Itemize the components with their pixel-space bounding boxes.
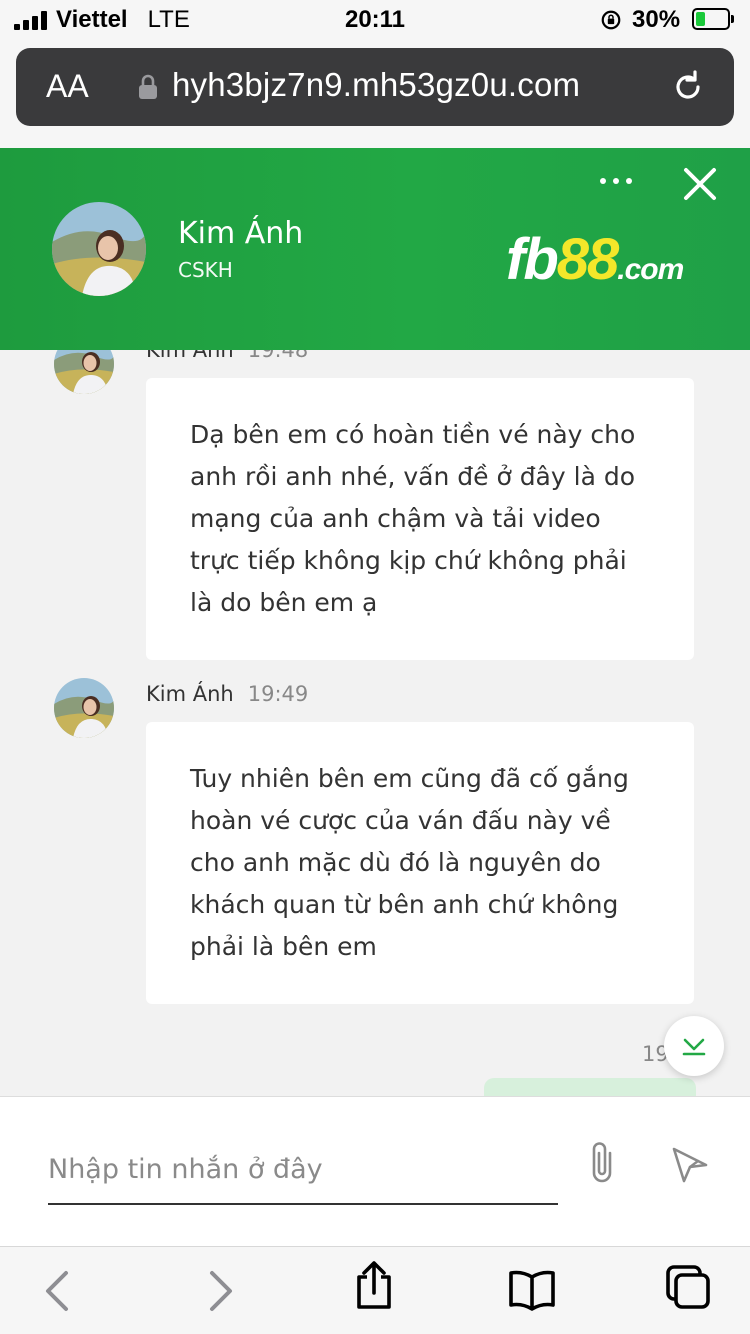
agent-role: CSKH <box>178 258 233 282</box>
message-sender: Kim Ánh <box>146 682 234 706</box>
outgoing-message-bubble <box>484 1078 696 1096</box>
message-meta: Kim Ánh 19:48 <box>146 350 308 362</box>
status-bar: Viettel LTE 20:11 30% <box>0 0 750 40</box>
send-icon[interactable] <box>668 1143 710 1185</box>
browser-address-area: AA hyh3bjz7n9.mh53gz0u.com <box>0 40 750 148</box>
chat-messages[interactable]: Kim Ánh 19:48 Dạ bên em có hoàn tiền vé n… <box>0 350 750 1096</box>
forward-icon[interactable] <box>196 1267 244 1315</box>
message-time: 19:49 <box>247 682 309 706</box>
close-icon[interactable] <box>682 166 718 202</box>
message-bubble: Dạ bên em có hoàn tiền vé này cho anh rồ… <box>146 378 694 660</box>
paperclip-icon[interactable] <box>584 1139 620 1187</box>
brand-logo-part3: .com <box>617 253 684 286</box>
brand-logo: fb88.com <box>506 226 684 293</box>
brand-logo-part2: 88 <box>556 227 619 292</box>
message-avatar <box>54 678 114 738</box>
address-bar[interactable]: AA hyh3bjz7n9.mh53gz0u.com <box>16 48 734 126</box>
message-time: 19:48 <box>247 350 309 362</box>
message-sender: Kim Ánh <box>146 350 234 362</box>
message-text: Tuy nhiên bên em cũng đã cố gắng hoàn vé… <box>190 764 629 961</box>
battery-icon <box>692 8 734 30</box>
agent-name: Kim Ánh <box>178 216 304 251</box>
browser-toolbar <box>0 1246 750 1334</box>
message-input[interactable] <box>48 1135 558 1205</box>
message-composer <box>0 1096 750 1246</box>
bookmarks-icon[interactable] <box>508 1265 556 1313</box>
brand-logo-part1: fb <box>506 227 559 292</box>
battery-percent: 30% <box>632 6 681 33</box>
lock-icon <box>139 74 157 99</box>
message-meta: Kim Ánh 19:49 <box>146 682 308 706</box>
text-size-button[interactable]: AA <box>46 68 89 105</box>
reload-icon[interactable] <box>671 70 705 104</box>
message-bubble: Tuy nhiên bên em cũng đã cố gắng hoàn vé… <box>146 722 694 1004</box>
chat-header: Kim Ánh CSKH fb88.com <box>0 148 750 350</box>
more-options-icon[interactable] <box>600 178 632 184</box>
back-icon[interactable] <box>34 1267 82 1315</box>
url-text[interactable]: hyh3bjz7n9.mh53gz0u.com <box>172 66 580 104</box>
message-text: Dạ bên em có hoàn tiền vé này cho anh rồ… <box>190 420 636 617</box>
share-icon[interactable] <box>350 1261 398 1309</box>
message-avatar <box>54 350 114 394</box>
agent-avatar <box>52 202 146 296</box>
tabs-icon[interactable] <box>664 1263 712 1311</box>
scroll-to-bottom-button[interactable] <box>664 1016 724 1076</box>
chevron-down-icon <box>682 1038 706 1056</box>
rotation-lock-icon <box>601 10 621 30</box>
